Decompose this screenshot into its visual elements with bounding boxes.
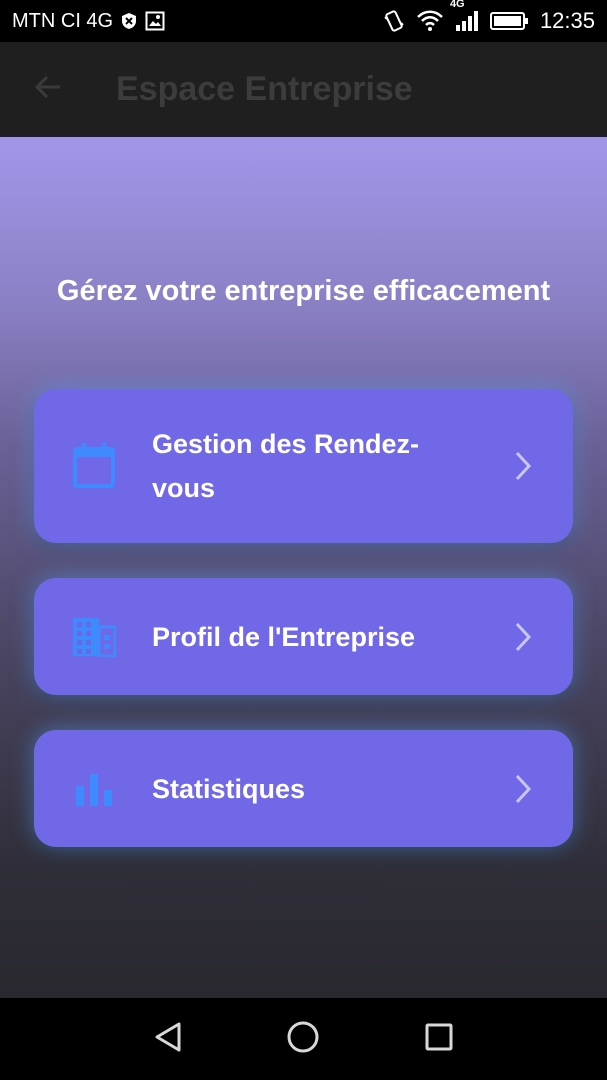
company-profile-card[interactable]: Profil de l'Entreprise	[34, 578, 573, 695]
wifi-icon	[416, 10, 444, 32]
bar-chart-icon	[70, 765, 118, 813]
chevron-right-icon	[513, 773, 535, 805]
appointments-card[interactable]: Gestion des Rendez-vous	[34, 389, 573, 543]
image-icon	[145, 11, 165, 31]
recents-square-icon	[424, 1022, 454, 1057]
card-label: Profil de l'Entreprise	[152, 621, 415, 652]
calendar-icon	[70, 442, 118, 490]
navigation-bar	[0, 998, 607, 1080]
page-title: Espace Entreprise	[116, 70, 413, 108]
shield-icon	[121, 12, 137, 30]
back-button[interactable]	[30, 72, 66, 108]
statistics-card[interactable]: Statistiques	[34, 730, 573, 847]
card-label: Gestion des Rendez-vous	[152, 429, 420, 503]
status-bar: MTN CI 4G 4G 12:35	[0, 0, 607, 42]
main-content: Gérez votre entreprise efficacement Gest…	[0, 137, 607, 998]
headline: Gérez votre entreprise efficacement	[56, 275, 551, 307]
app-bar: Espace Entreprise	[0, 42, 607, 137]
back-triangle-icon	[153, 1021, 183, 1058]
nav-recents-button[interactable]	[419, 1019, 459, 1059]
clock: 12:35	[539, 8, 595, 33]
nav-home-button[interactable]	[283, 1019, 323, 1059]
battery-icon	[489, 11, 530, 31]
building-icon	[70, 613, 118, 661]
vibrate-icon	[382, 9, 406, 33]
network-badge: 4G	[449, 0, 465, 10]
nav-back-button[interactable]	[148, 1019, 188, 1059]
carrier-label: MTN CI 4G	[12, 9, 114, 32]
card-label: Statistiques	[152, 773, 306, 804]
chevron-right-icon	[513, 621, 535, 653]
chevron-right-icon	[513, 450, 535, 482]
arrow-back-icon	[33, 72, 63, 107]
home-circle-icon	[286, 1020, 320, 1059]
signal-icon: 4G	[450, 0, 480, 32]
